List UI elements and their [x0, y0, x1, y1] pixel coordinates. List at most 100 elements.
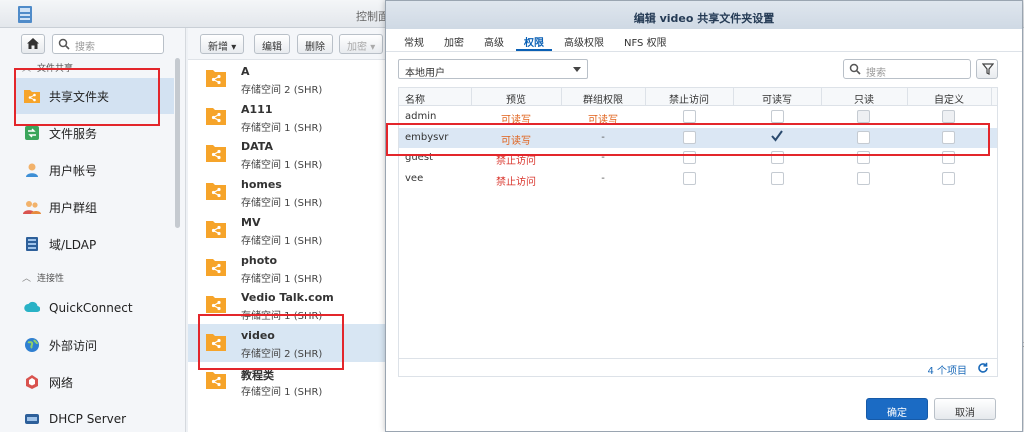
column-header-preview[interactable]: 预览 — [471, 91, 561, 106]
column-header-name[interactable]: 名称 — [405, 91, 425, 106]
refresh-icon[interactable] — [977, 362, 989, 377]
folder-name: Vedio Talk.com — [241, 291, 334, 305]
folder-row[interactable]: A111 存储空间 1 (SHR) — [188, 98, 388, 136]
custom-checkbox[interactable] — [942, 171, 955, 185]
edit-button[interactable]: 编辑 — [254, 34, 290, 54]
permission-search-input[interactable]: 搜索 — [843, 59, 971, 79]
search-icon — [849, 63, 861, 75]
permission-row[interactable]: guest 禁止访问 - — [399, 148, 997, 168]
search-icon — [58, 38, 70, 50]
tab-permissions[interactable]: 权限 — [516, 29, 552, 51]
checkmark-icon[interactable] — [770, 129, 784, 143]
sidebar-item-label: 外部访问 — [49, 338, 98, 353]
tab-encryption[interactable]: 加密 — [436, 29, 472, 51]
user-source-select[interactable]: 本地用户 — [398, 59, 588, 79]
folder-row[interactable]: video 存储空间 2 (SHR) — [188, 323, 388, 362]
sidebar-item-label: DHCP Server — [49, 412, 127, 426]
folder-row[interactable]: A 存储空间 2 (SHR) — [188, 60, 388, 98]
sidebar-item-dhcp-server[interactable]: DHCP Server — [14, 401, 174, 432]
sidebar-item-network[interactable]: 网络 — [14, 364, 174, 400]
read-write-checkbox[interactable] — [771, 110, 784, 123]
no-access-checkbox[interactable] — [683, 171, 696, 185]
encrypt-button[interactable]: 加密 ▾ — [339, 34, 384, 54]
custom-checkbox[interactable] — [942, 110, 955, 123]
column-header-read-only[interactable]: 只读 — [821, 91, 907, 106]
no-access-checkbox[interactable] — [683, 110, 696, 123]
sidebar: 搜索 ︿ 文件共享 共享文件夹 文件服务 用户帐号 用户群组 域/LDAP ︿ … — [0, 28, 186, 432]
ok-button[interactable]: 确定 — [866, 398, 928, 420]
sidebar-item-domain-ldap[interactable]: 域/LDAP — [14, 226, 174, 262]
section-header-file-sharing[interactable]: ︿ 文件共享 — [22, 61, 73, 74]
shared-folder-icon — [206, 107, 226, 125]
sidebar-item-file-services[interactable]: 文件服务 — [14, 115, 174, 151]
folder-row[interactable]: photo 存储空间 1 (SHR) — [188, 249, 388, 287]
group-permission: - — [601, 172, 605, 184]
folder-row[interactable]: DATA 存储空间 1 (SHR) — [188, 135, 388, 173]
create-button[interactable]: 新增 ▾ — [200, 34, 245, 54]
item-count: 4 个项目 — [927, 366, 967, 377]
folder-row[interactable]: homes 存储空间 1 (SHR) — [188, 173, 388, 211]
sidebar-item-shared-folder[interactable]: 共享文件夹 — [14, 78, 174, 114]
custom-checkbox[interactable] — [942, 130, 955, 144]
group-icon — [22, 197, 42, 217]
section-header-connectivity[interactable]: ︿ 连接性 — [22, 271, 64, 284]
folder-name: photo — [241, 253, 278, 267]
shared-folder-icon — [206, 70, 226, 87]
read-only-checkbox[interactable] — [857, 130, 870, 144]
column-header-no-access[interactable]: 禁止访问 — [645, 91, 733, 106]
tab-advanced[interactable]: 高级 — [476, 29, 512, 51]
tab-advanced-permissions[interactable]: 高级权限 — [556, 29, 612, 51]
user-name: guest — [405, 152, 433, 163]
read-only-checkbox[interactable] — [857, 110, 870, 123]
sidebar-item-user[interactable]: 用户帐号 — [14, 152, 174, 188]
no-access-checkbox[interactable] — [683, 151, 696, 164]
sidebar-item-external-access[interactable]: 外部访问 — [14, 327, 174, 363]
folder-volume: 存储空间 1 (SHR) — [241, 160, 323, 172]
shared-folder-icon — [206, 258, 226, 276]
globe-icon — [22, 335, 42, 355]
folder-row[interactable]: MV 存储空间 1 (SHR) — [188, 211, 388, 249]
permissions-grid: 名称 预览 群组权限 禁止访问 可读写 只读 自定义 admin 可读写 可读写 em… — [398, 87, 998, 377]
read-only-checkbox[interactable] — [857, 151, 870, 164]
folder-volume: 存储空间 1 (SHR) — [241, 386, 323, 398]
shared-folder-icon — [206, 371, 226, 389]
folder-volume: 存储空间 1 (SHR) — [241, 122, 323, 134]
folder-row[interactable]: 教程类 存储空间 1 (SHR) — [188, 362, 388, 400]
dropdown-arrow-icon: ▾ — [370, 42, 376, 53]
permission-row[interactable]: vee 禁止访问 - — [399, 169, 997, 189]
column-header-group-permission[interactable]: 群组权限 — [561, 91, 645, 106]
network-icon — [22, 372, 42, 392]
tab-nfs-permissions[interactable]: NFS 权限 — [616, 29, 675, 51]
filter-button[interactable] — [976, 59, 998, 79]
user-source-value: 本地用户 — [405, 68, 445, 79]
home-button[interactable] — [21, 34, 45, 54]
user-name: admin — [405, 111, 437, 122]
tab-general[interactable]: 常规 — [396, 29, 432, 51]
preview-permission: 可读写 — [501, 135, 531, 147]
edit-shared-folder-dialog: 编辑 video 共享文件夹设置 常规 加密 高级 权限 高级权限 NFS 权限… — [385, 0, 1023, 432]
folder-name: A — [241, 65, 250, 78]
search-placeholder: 搜索 — [866, 68, 886, 79]
folder-row[interactable]: Vedio Talk.com 存储空间 1 (SHR) — [188, 286, 388, 324]
sidebar-item-group[interactable]: 用户群组 — [14, 189, 174, 225]
cancel-button[interactable]: 取消 — [934, 398, 996, 420]
sidebar-search-input[interactable]: 搜索 — [52, 34, 164, 54]
delete-button[interactable]: 删除 — [297, 34, 333, 54]
column-header-custom[interactable]: 自定义 — [907, 91, 991, 106]
user-name: embysvr — [405, 131, 449, 143]
permission-row[interactable]: embysvr 可读写 - — [399, 127, 997, 148]
custom-checkbox[interactable] — [942, 151, 955, 164]
read-write-checkbox[interactable] — [771, 171, 784, 185]
folder-toolbar: 新增 ▾ 编辑 删除 加密 ▾ — [188, 28, 388, 60]
dropdown-arrow-icon: ▾ — [231, 42, 237, 53]
sidebar-scrollbar[interactable] — [175, 58, 180, 228]
sidebar-item-quickconnect[interactable]: QuickConnect — [14, 290, 174, 326]
dropdown-arrow-icon — [573, 67, 581, 72]
column-header-read-write[interactable]: 可读写 — [733, 91, 821, 106]
read-only-checkbox[interactable] — [857, 171, 870, 185]
dialog-tabs: 常规 加密 高级 权限 高级权限 NFS 权限 — [396, 29, 679, 51]
no-access-checkbox[interactable] — [683, 130, 696, 144]
sidebar-item-label: 域/LDAP — [49, 237, 97, 252]
read-write-checkbox[interactable] — [771, 151, 784, 164]
permission-row[interactable]: admin 可读写 可读写 — [399, 107, 997, 127]
